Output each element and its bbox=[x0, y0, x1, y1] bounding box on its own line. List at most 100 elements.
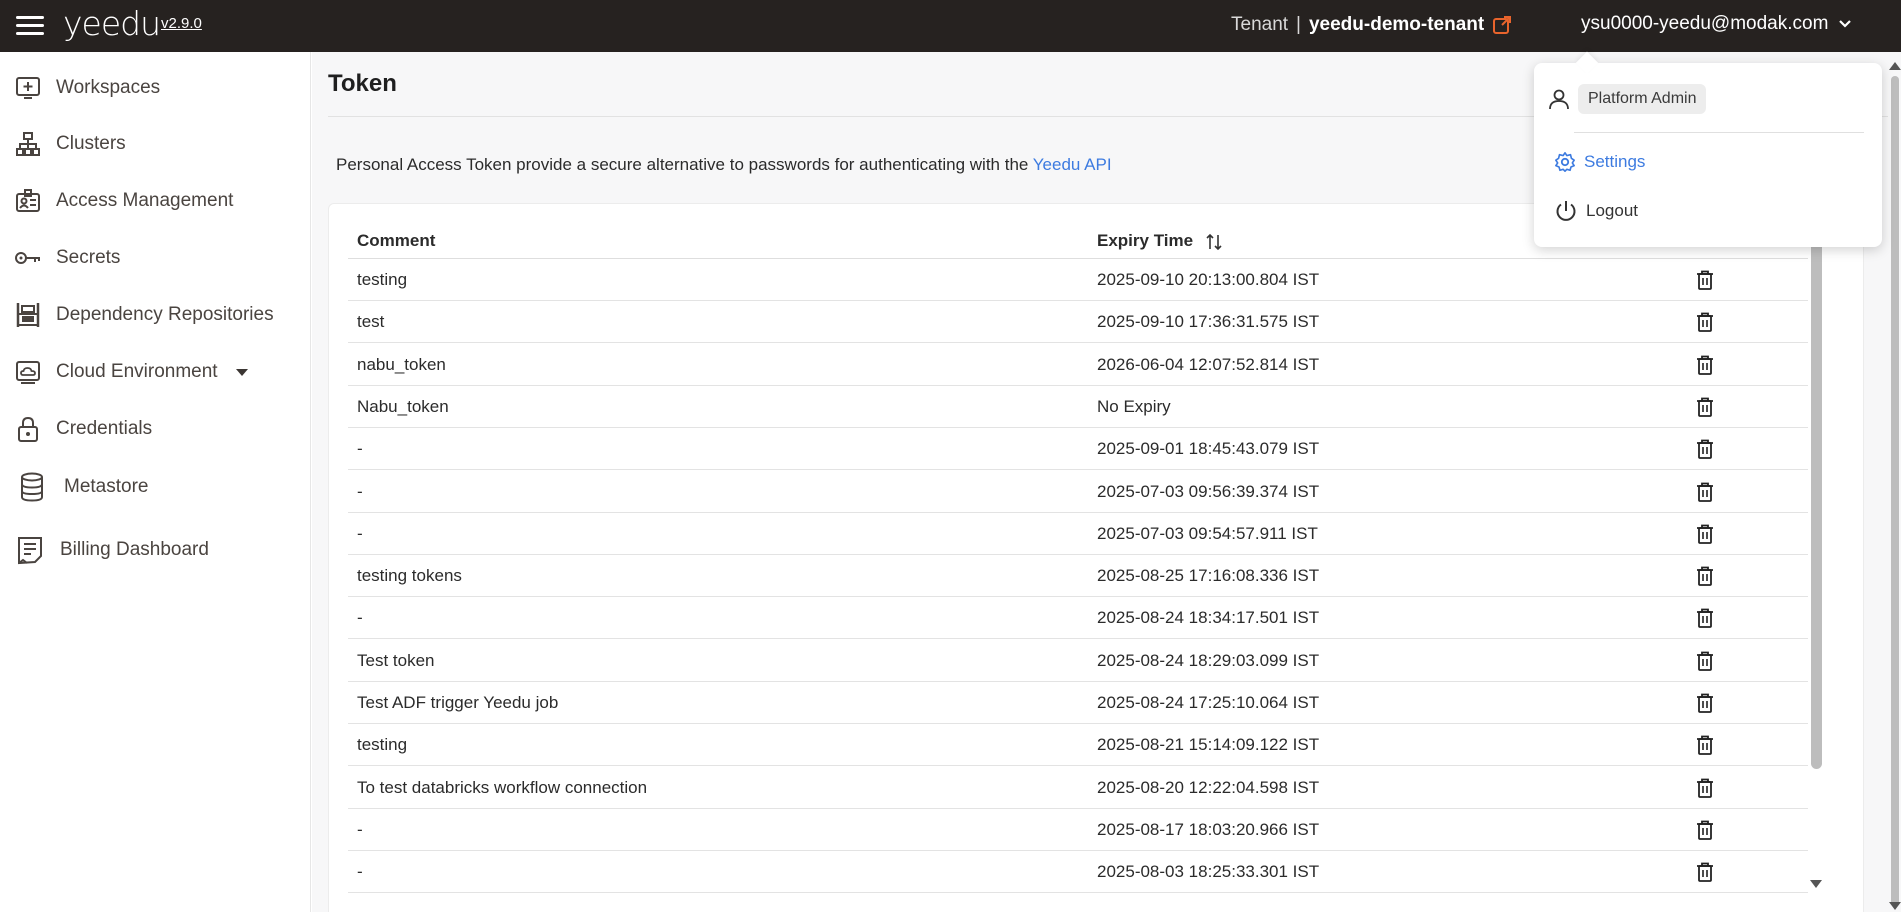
version-link[interactable]: v2.9.0 bbox=[161, 15, 202, 32]
tenant-name: yeedu-demo-tenant bbox=[1308, 14, 1485, 35]
sidebar-item-label: Billing Dashboard bbox=[60, 539, 209, 560]
page-title: Token bbox=[328, 70, 397, 97]
delete-icon[interactable] bbox=[1694, 523, 1716, 545]
expiry-time-cell: 2026-06-04 12:07:52.814 IST bbox=[1097, 354, 1320, 374]
user-dropdown-menu: Platform Admin Settings Logout bbox=[1534, 63, 1882, 247]
table-row: testing 2025-08-21 15:14:09.122 IST bbox=[348, 724, 1808, 767]
comment-cell: testing bbox=[357, 735, 408, 755]
table-row: - 2025-09-01 18:45:43.079 IST bbox=[348, 428, 1808, 471]
user-email: ysu0000-yeedu@modak.com bbox=[1581, 13, 1829, 34]
delete-icon[interactable] bbox=[1694, 438, 1716, 460]
expiry-time-cell: 2025-08-21 15:14:09.122 IST bbox=[1097, 735, 1320, 755]
expiry-time-cell: 2025-09-10 20:13:00.804 IST bbox=[1097, 270, 1320, 289]
delete-icon[interactable] bbox=[1694, 607, 1716, 629]
sort-icon[interactable] bbox=[1206, 233, 1222, 251]
hamburger-menu-icon[interactable] bbox=[16, 16, 44, 36]
delete-icon[interactable] bbox=[1694, 819, 1716, 841]
sidebar-item-workspaces[interactable]: Workspaces bbox=[14, 74, 160, 102]
sidebar-item-label: Clusters bbox=[56, 133, 126, 154]
expiry-time-cell: 2025-08-25 17:16:08.336 IST bbox=[1097, 566, 1320, 586]
comment-cell: test bbox=[357, 312, 385, 332]
yeedu-api-link[interactable]: Yeedu API bbox=[1033, 155, 1112, 174]
expiry-time-cell: 2025-08-24 17:25:10.064 IST bbox=[1097, 693, 1320, 712]
expiry-time-cell: 2025-09-01 18:45:43.079 IST bbox=[1097, 439, 1320, 459]
sidebar-item-label: Metastore bbox=[64, 476, 149, 497]
delete-icon[interactable] bbox=[1694, 565, 1716, 587]
delete-icon[interactable] bbox=[1694, 481, 1716, 503]
comment-cell: - bbox=[357, 862, 363, 882]
sidebar-item-clusters[interactable]: Clusters bbox=[14, 130, 126, 158]
logout-menu-item[interactable]: Logout bbox=[1554, 199, 1638, 223]
expiry-time-cell: 2025-08-24 18:34:17.501 IST bbox=[1097, 608, 1320, 628]
comment-cell: testing tokens bbox=[357, 566, 462, 586]
sidebar-item-label: Secrets bbox=[56, 247, 121, 268]
sidebar: Workspaces Clusters Access Management Se… bbox=[0, 52, 311, 912]
cloud-monitor-icon bbox=[14, 358, 42, 386]
caret-down-icon[interactable] bbox=[235, 368, 248, 376]
sidebar-item-metastore[interactable]: Metastore bbox=[18, 472, 149, 502]
comment-cell: - bbox=[357, 819, 363, 839]
cluster-tree-icon bbox=[14, 130, 42, 158]
sidebar-item-label: Credentials bbox=[56, 418, 153, 439]
table-row: testing 2025-09-10 20:13:00.804 IST bbox=[348, 259, 1808, 301]
sidebar-item-billing-dashboard[interactable]: Billing Dashboard bbox=[16, 536, 209, 565]
page-scrollbar-thumb[interactable] bbox=[1891, 76, 1899, 906]
person-icon bbox=[1549, 89, 1569, 110]
expiry-time-cell: 2025-09-10 17:36:31.575 IST bbox=[1097, 312, 1320, 332]
comment-cell: - bbox=[357, 608, 363, 628]
page-scrollbar[interactable] bbox=[1889, 52, 1901, 912]
comment-cell: nabu_token bbox=[357, 354, 446, 374]
user-menu-toggle[interactable]: ysu0000-yeedu@modak.com bbox=[1581, 13, 1852, 35]
delete-icon[interactable] bbox=[1694, 650, 1716, 672]
table-row: testing tokens 2025-08-25 17:16:08.336 IS… bbox=[348, 555, 1808, 598]
delete-icon[interactable] bbox=[1694, 269, 1716, 291]
lock-icon bbox=[14, 415, 42, 443]
settings-menu-item[interactable]: Settings bbox=[1554, 151, 1645, 173]
delete-icon[interactable] bbox=[1694, 354, 1716, 376]
table-row: - 2025-08-17 18:03:20.966 IST bbox=[348, 809, 1808, 851]
sidebar-item-label: Workspaces bbox=[56, 77, 161, 98]
comment-cell: - bbox=[357, 523, 363, 543]
delete-icon[interactable] bbox=[1694, 692, 1716, 714]
expiry-time-cell: 2025-08-24 18:29:03.099 IST bbox=[1097, 650, 1320, 670]
column-header-label: Expiry Time bbox=[1097, 231, 1194, 250]
sidebar-item-access-management[interactable]: Access Management bbox=[14, 187, 233, 215]
scroll-down-arrow-icon[interactable] bbox=[1889, 902, 1901, 910]
table-row: - 2025-08-24 18:34:17.501 IST bbox=[348, 597, 1808, 640]
column-header-expiry-time[interactable]: Expiry Time bbox=[1097, 231, 1222, 251]
sidebar-item-label: Dependency Repositories bbox=[56, 304, 274, 325]
column-header-comment: Comment bbox=[357, 231, 436, 250]
expiry-time-cell: 2025-08-03 18:25:33.301 IST bbox=[1097, 862, 1320, 882]
scroll-down-arrow-icon[interactable] bbox=[1810, 880, 1822, 888]
sidebar-item-label: Cloud Environment bbox=[56, 361, 218, 382]
comment-cell: testing bbox=[357, 270, 408, 289]
app-logo[interactable]: yeedu bbox=[63, 4, 161, 43]
external-link-icon[interactable] bbox=[1492, 15, 1512, 35]
comment-cell: Nabu_token bbox=[357, 396, 449, 416]
receipt-icon bbox=[16, 536, 44, 565]
delete-icon[interactable] bbox=[1694, 734, 1716, 756]
repository-icon bbox=[14, 301, 42, 329]
sidebar-item-secrets[interactable]: Secrets bbox=[14, 244, 120, 272]
table-scrollbar-thumb[interactable] bbox=[1811, 209, 1822, 769]
delete-icon[interactable] bbox=[1694, 861, 1716, 883]
description-text: Personal Access Token provide a secure a… bbox=[336, 155, 1029, 174]
expiry-time-cell: 2025-07-03 09:54:57.911 IST bbox=[1097, 523, 1318, 543]
delete-icon[interactable] bbox=[1694, 396, 1716, 418]
logout-label: Logout bbox=[1586, 201, 1638, 220]
sidebar-item-dependency-repositories[interactable]: Dependency Repositories bbox=[14, 301, 274, 329]
gear-icon bbox=[1555, 152, 1575, 172]
divider bbox=[1574, 132, 1864, 133]
table-row: Nabu_token No Expiry bbox=[348, 386, 1808, 428]
scroll-up-arrow-icon[interactable] bbox=[1889, 62, 1901, 70]
sidebar-item-credentials[interactable]: Credentials bbox=[14, 415, 152, 443]
table-row: - 2025-07-03 09:56:39.374 IST bbox=[348, 471, 1808, 513]
page-description: Personal Access Token provide a secure a… bbox=[336, 155, 1112, 175]
comment-cell: - bbox=[357, 439, 363, 459]
delete-icon[interactable] bbox=[1694, 311, 1716, 333]
sidebar-item-cloud-environment[interactable]: Cloud Environment bbox=[14, 358, 248, 386]
table-row: To test databricks workflow connection 20… bbox=[348, 767, 1808, 809]
top-bar: yeedu v2.9.0 Tenant | yeedu-demo-tenant … bbox=[0, 0, 1901, 52]
delete-icon[interactable] bbox=[1694, 777, 1716, 799]
comment-cell: Test ADF trigger Yeedu job bbox=[357, 693, 559, 712]
